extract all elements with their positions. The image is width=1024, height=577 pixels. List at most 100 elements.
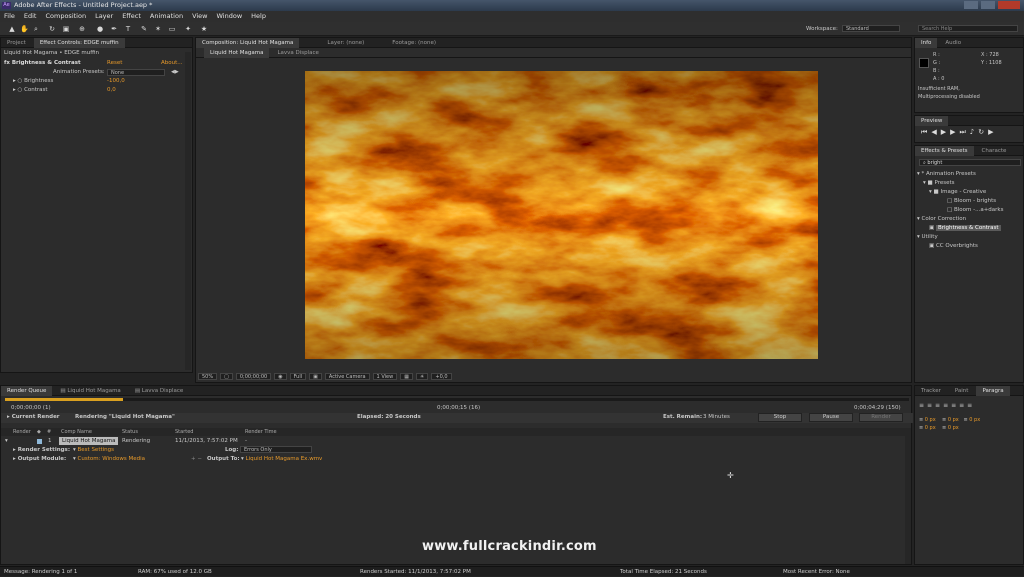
- tree-animation-presets[interactable]: ▾ * Animation Presets: [917, 170, 1021, 179]
- menu-animation[interactable]: Animation: [150, 11, 183, 22]
- hand-tool-icon[interactable]: ✋: [20, 25, 29, 33]
- snapshot-icon[interactable]: ◉: [274, 373, 287, 380]
- tree-utility[interactable]: ▾ Utility: [917, 233, 1021, 242]
- col-render[interactable]: Render: [13, 429, 31, 435]
- effects-search-input[interactable]: ⌕ bright: [919, 159, 1021, 166]
- play-icon[interactable]: ▶: [941, 128, 950, 136]
- log-select[interactable]: Errors Only: [240, 446, 312, 453]
- menu-window[interactable]: Window: [217, 11, 243, 22]
- composition-viewer-image[interactable]: [305, 71, 818, 359]
- tab-effect-controls[interactable]: Effect Controls: EDGE muffin: [33, 37, 125, 48]
- fast-preview-icon[interactable]: ☀: [415, 373, 429, 380]
- zoom-tool-icon[interactable]: ⌕: [32, 25, 40, 33]
- about-link[interactable]: About...: [161, 60, 183, 66]
- tab-audio[interactable]: Audio: [939, 38, 967, 48]
- camera-select[interactable]: Active Camera: [324, 373, 370, 380]
- selection-tool-icon[interactable]: ▲: [8, 25, 16, 33]
- tree-presets[interactable]: ▾ ■ Presets: [917, 179, 1021, 188]
- col-comp-name[interactable]: Comp Name: [61, 429, 92, 435]
- tab-info[interactable]: Info: [915, 37, 938, 48]
- exposure-value[interactable]: +0,0: [431, 373, 452, 380]
- left-scrollbar[interactable]: [185, 52, 191, 370]
- camera-tool-icon[interactable]: ▣: [62, 25, 70, 33]
- label-color-icon[interactable]: [37, 439, 42, 444]
- roi-icon[interactable]: ▣: [309, 373, 322, 380]
- maximize-button[interactable]: [981, 1, 995, 9]
- pause-button[interactable]: Pause: [809, 413, 853, 422]
- stop-button[interactable]: Stop: [758, 413, 802, 422]
- first-frame-icon[interactable]: ⏮: [921, 128, 931, 136]
- tab-tracker[interactable]: Tracker: [915, 386, 947, 396]
- eraser-tool-icon[interactable]: ▭: [168, 25, 176, 33]
- view-layout-select[interactable]: 1 View: [372, 373, 398, 380]
- indent-fields[interactable]: ≡ 0 px ≡ 0 px ≡ 0 px ≡ 0 px ≡ 0 px: [919, 416, 980, 432]
- output-to-value[interactable]: ▾ Liquid Hot Magama Ex.wmv: [241, 456, 322, 462]
- brush-tool-icon[interactable]: ✎: [140, 25, 148, 33]
- menu-help[interactable]: Help: [251, 11, 266, 22]
- loop-icon[interactable]: ↻: [978, 128, 988, 136]
- last-frame-icon[interactable]: ⏭: [959, 128, 969, 136]
- tree-image-creative[interactable]: ▾ ■ Image - Creative: [917, 188, 1021, 197]
- tab-render-queue[interactable]: Render Queue: [1, 385, 53, 396]
- animation-presets-select[interactable]: None: [107, 69, 165, 76]
- tree-brightness-contrast[interactable]: ▣ Brightness & Contrast: [917, 224, 1021, 233]
- render-button[interactable]: Render: [859, 413, 903, 422]
- render-queue-scrollbar[interactable]: [905, 428, 911, 564]
- audio-icon[interactable]: ♪: [970, 128, 978, 136]
- menu-file[interactable]: File: [4, 11, 15, 22]
- zoom-select[interactable]: 50%: [198, 373, 218, 380]
- brightness-value[interactable]: -100,0: [107, 78, 125, 84]
- preset-nav-icon[interactable]: ◀▶: [171, 69, 179, 75]
- pan-behind-tool-icon[interactable]: ⊕: [78, 25, 86, 33]
- menu-composition[interactable]: Composition: [45, 11, 86, 22]
- menu-edit[interactable]: Edit: [24, 11, 37, 22]
- roto-tool-icon[interactable]: ✦: [184, 25, 192, 33]
- menu-layer[interactable]: Layer: [95, 11, 113, 22]
- reset-link[interactable]: Reset: [107, 60, 122, 66]
- tab-composition[interactable]: Composition: Liquid Hot Magama: [196, 37, 300, 48]
- tab-project[interactable]: Project: [1, 38, 32, 48]
- tab-liquid-hot-magama[interactable]: ▤ Liquid Hot Magama: [54, 386, 126, 396]
- tab-footage[interactable]: Footage: (none): [386, 38, 442, 48]
- col-render-time[interactable]: Render Time: [245, 429, 277, 435]
- tab-effects-presets[interactable]: Effects & Presets: [915, 145, 974, 156]
- workspace-select[interactable]: Standard: [842, 25, 900, 32]
- output-plus-minus-icon[interactable]: + −: [191, 456, 202, 462]
- search-help-input[interactable]: Search Help: [918, 25, 1018, 32]
- tab-preview[interactable]: Preview: [915, 115, 949, 126]
- expand-icon[interactable]: ▾: [5, 438, 8, 444]
- fx-icon[interactable]: fx: [4, 60, 12, 66]
- ram-preview-icon[interactable]: ▶: [988, 128, 997, 136]
- contrast-value[interactable]: 0,0: [107, 87, 116, 93]
- close-button[interactable]: [998, 1, 1020, 9]
- tree-bloom-brights[interactable]: □ Bloom - brights: [917, 197, 1021, 206]
- resolution-select[interactable]: Full: [289, 373, 307, 380]
- effect-name[interactable]: fx Brightness & Contrast: [4, 60, 81, 66]
- puppet-tool-icon[interactable]: ★: [200, 25, 208, 33]
- prev-frame-icon[interactable]: ◀: [931, 128, 940, 136]
- subtab-liquid-hot-magama[interactable]: Liquid Hot Magama: [204, 47, 270, 58]
- tab-layer[interactable]: Layer: (none): [321, 38, 370, 48]
- row-comp-name[interactable]: Liquid Hot Magama: [59, 437, 119, 445]
- tree-cc-overbrights[interactable]: ▣ CC Overbrights: [917, 242, 1021, 251]
- tree-bloom-darks[interactable]: □ Bloom -...a+darks: [917, 206, 1021, 215]
- align-buttons[interactable]: ≡≡≡≡≡≡≡: [919, 402, 975, 409]
- col-status[interactable]: Status: [122, 429, 138, 435]
- current-time-display[interactable]: 0;00;00;00: [235, 373, 272, 380]
- grid-icon[interactable]: ▦: [400, 373, 413, 380]
- tag-icon[interactable]: ◆: [37, 429, 41, 435]
- menu-effect[interactable]: Effect: [122, 11, 141, 22]
- col-number[interactable]: #: [47, 429, 51, 435]
- pen-tool-icon[interactable]: ✒: [110, 25, 118, 33]
- subtab-lavva-displace[interactable]: Lavva Displace: [271, 48, 325, 58]
- tab-character[interactable]: Characte: [976, 146, 1013, 156]
- tab-paragraph[interactable]: Paragra: [976, 385, 1010, 396]
- mask-tool-icon[interactable]: ●: [96, 25, 104, 33]
- type-tool-icon[interactable]: T: [124, 25, 132, 33]
- render-queue-row[interactable]: ▾ 1 Liquid Hot Magama Rendering 11/1/201…: [1, 437, 906, 446]
- minimize-button[interactable]: [964, 1, 978, 9]
- col-started[interactable]: Started: [175, 429, 193, 435]
- tab-lavva-displace[interactable]: ▤ Lavva Displace: [129, 386, 189, 396]
- tab-paint[interactable]: Paint: [949, 386, 975, 396]
- clone-tool-icon[interactable]: ✶: [154, 25, 162, 33]
